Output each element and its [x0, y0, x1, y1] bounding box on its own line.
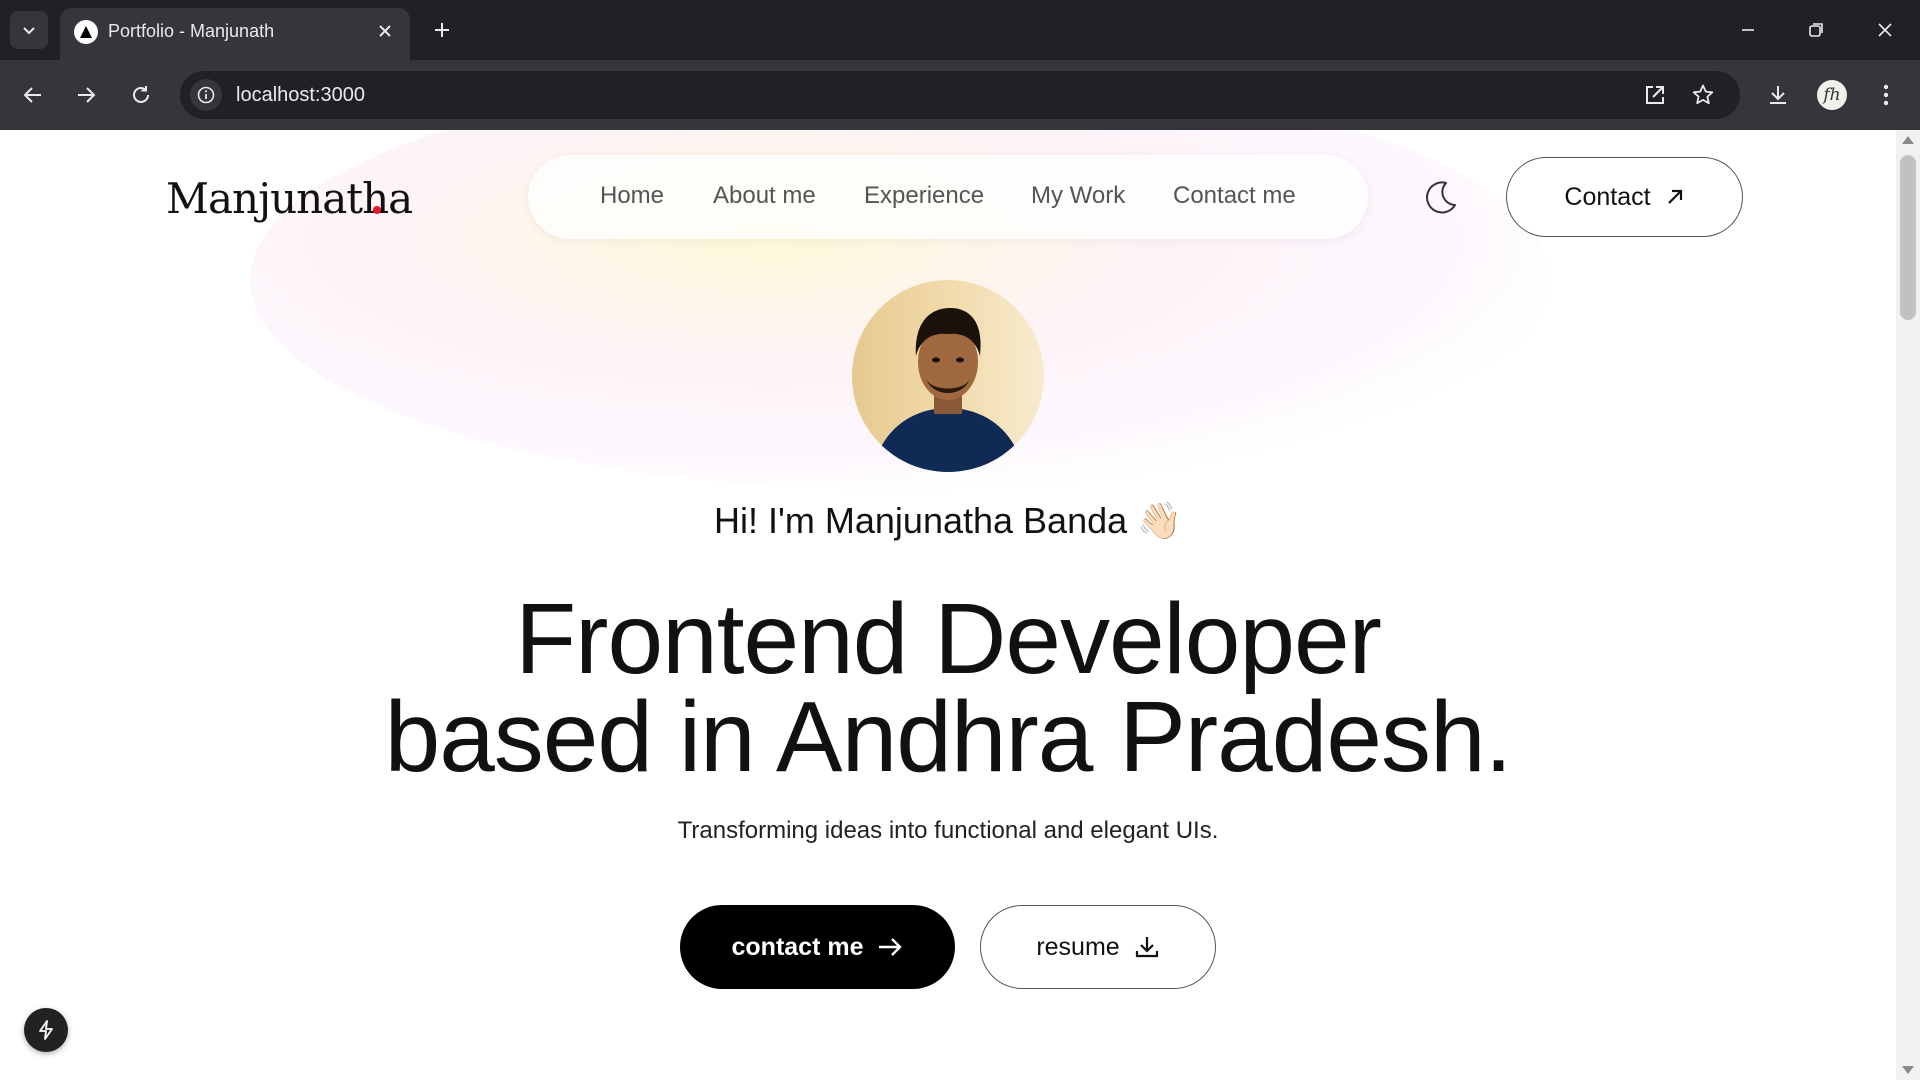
open-in-app-icon[interactable] [1639, 79, 1671, 111]
arrow-right-icon [879, 938, 903, 956]
contact-me-label: contact me [731, 932, 864, 961]
header-contact-button[interactable]: Contact [1506, 157, 1743, 237]
nextjs-dev-indicator[interactable] [24, 1008, 68, 1052]
page-scrollbar[interactable] [1896, 130, 1920, 1080]
download-icon [1770, 86, 1786, 104]
tab-search-button[interactable] [10, 11, 48, 49]
bookmark-star-icon[interactable] [1687, 79, 1719, 111]
header-contact-label: Contact [1564, 182, 1651, 211]
reload-button[interactable] [121, 75, 161, 115]
contact-me-button[interactable]: contact me [680, 905, 955, 989]
nav-link-home[interactable]: Home [600, 182, 664, 210]
download-icon [1135, 937, 1158, 958]
tab-title: Portfolio - Manjunath [108, 21, 275, 41]
restore-icon [1809, 23, 1823, 37]
plus-icon [435, 23, 449, 37]
back-button[interactable] [13, 75, 53, 115]
avatar: fh [1817, 80, 1847, 110]
forward-button[interactable] [66, 75, 106, 115]
close-tab-icon[interactable] [372, 18, 398, 44]
arrow-up-right-icon [1667, 189, 1682, 204]
hero-headline-line-2: based in Andhra Pradesh. [384, 681, 1513, 793]
hero-tagline: Transforming ideas into functional and e… [677, 817, 1219, 844]
browser-tab-strip: Portfolio - Manjunath [0, 0, 1920, 60]
site-info-icon[interactable] [190, 79, 222, 111]
profile-photo [852, 280, 1044, 472]
address-bar[interactable]: localhost:3000 [180, 71, 1740, 119]
close-icon [1878, 23, 1892, 37]
browser-tab[interactable]: Portfolio - Manjunath [60, 8, 410, 60]
restore-button[interactable] [1788, 8, 1844, 52]
page-viewport: Manjunatha Home About me Experience My W… [0, 130, 1896, 1080]
reload-icon [133, 86, 149, 103]
arrow-left-icon [23, 87, 41, 103]
minimize-icon [1742, 29, 1754, 31]
scroll-up-icon[interactable] [1902, 136, 1914, 144]
nav-link-experience[interactable]: Experience [864, 182, 984, 210]
moon-icon [1426, 181, 1456, 214]
close-window-button[interactable] [1857, 8, 1913, 52]
resume-button[interactable]: resume [980, 905, 1216, 989]
kebab-menu-icon [1883, 84, 1889, 106]
chevron-down-icon [23, 27, 35, 35]
browser-menu-button[interactable] [1866, 75, 1906, 115]
main-nav: Home About me Experience My Work Contact… [528, 155, 1368, 239]
logo-accent-dot [373, 206, 381, 214]
nav-link-contact[interactable]: Contact me [1173, 182, 1296, 210]
profile-button[interactable]: fh [1812, 75, 1852, 115]
downloads-button[interactable] [1758, 75, 1798, 115]
favicon-icon [74, 20, 98, 44]
resume-label: resume [1036, 932, 1120, 961]
nav-link-my-work[interactable]: My Work [1031, 182, 1125, 210]
hero-headline: Frontend Developer based in Andhra Prade… [0, 583, 1896, 793]
nav-link-about[interactable]: About me [713, 182, 816, 210]
minimize-button[interactable] [1720, 8, 1776, 52]
site-logo[interactable]: Manjunatha [166, 174, 413, 223]
new-tab-button[interactable] [424, 12, 460, 48]
url-text: localhost:3000 [236, 84, 365, 106]
browser-toolbar: localhost:3000 fh [0, 60, 1920, 130]
lightning-icon [39, 1020, 53, 1040]
scroll-down-icon[interactable] [1902, 1066, 1914, 1074]
arrow-right-icon [78, 87, 96, 103]
scroll-thumb[interactable] [1900, 155, 1916, 320]
theme-toggle[interactable] [1418, 176, 1462, 220]
hero-headline-line-1: Frontend Developer [515, 583, 1382, 695]
greeting-text: Hi! I'm Manjunatha Banda 👋🏻 [714, 500, 1182, 541]
